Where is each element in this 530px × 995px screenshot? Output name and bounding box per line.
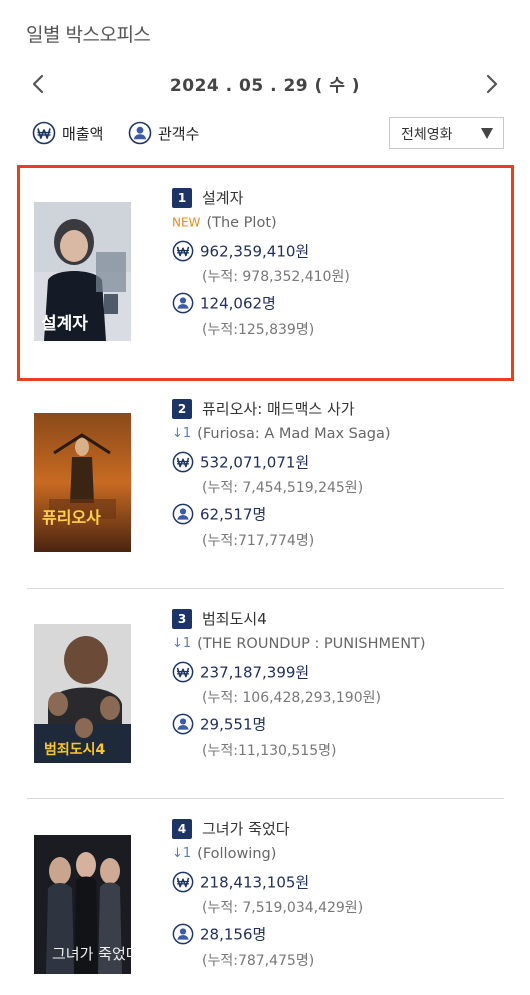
rank-change-badge: NEW: [172, 215, 201, 230]
daily-sales: 237,187,399원: [200, 663, 310, 682]
daily-audience: 124,062명: [200, 294, 276, 313]
cumulative-sales: (누적: 7,454,519,245원): [202, 480, 364, 496]
person-icon: [172, 923, 194, 945]
rank-change-badge: ↓1: [172, 846, 192, 861]
person-icon: [128, 121, 152, 145]
dropdown-arrow-icon: [481, 128, 493, 139]
won-icon: [32, 121, 56, 145]
rank-badge: 1: [172, 187, 192, 208]
daily-audience: 28,156명: [200, 925, 267, 944]
movie-english-title: (THE ROUNDUP : PUNISHMENT): [197, 635, 426, 652]
daily-sales: 962,359,410원: [200, 242, 310, 261]
cumulative-audience: (누적:11,130,515명): [202, 743, 337, 759]
chevron-right-icon: [486, 74, 498, 94]
won-icon: [172, 240, 194, 262]
poster-title-text: 그녀가 죽었다: [52, 945, 131, 963]
movie-title[interactable]: 범죄도시4: [202, 610, 267, 628]
audience-toggle[interactable]: 관객수: [128, 118, 199, 148]
daily-audience: 29,551명: [200, 715, 267, 734]
cumulative-audience: (누적:717,774명): [202, 533, 315, 549]
audience-toggle-label: 관객수: [158, 124, 200, 143]
cumulative-sales: (누적: 7,519,034,429원): [202, 900, 364, 916]
current-date: 2024 . 05 . 29 ( 수 ): [169, 76, 361, 96]
daily-sales: 218,413,105원: [200, 873, 310, 892]
movie-poster[interactable]: 설계자: [34, 202, 131, 341]
poster-title-text: 퓨리오사: [42, 508, 101, 527]
movie-english-title: (The Plot): [206, 214, 277, 231]
rank-change-badge: ↓1: [172, 636, 192, 651]
cumulative-audience: (누적:787,475명): [202, 953, 315, 969]
page-title: 일별 박스오피스: [26, 24, 151, 46]
movie-title[interactable]: 설계자: [202, 189, 243, 207]
movie-title[interactable]: 그녀가 죽었다: [202, 820, 290, 838]
movie-english-title: (Furiosa: A Mad Max Saga): [197, 425, 391, 442]
date-navigator: 2024 . 05 . 29 ( 수 ): [0, 66, 530, 102]
divider: [27, 588, 504, 589]
cumulative-sales: (누적: 978,352,410원): [202, 269, 350, 285]
movie-poster[interactable]: 범죄도시4: [34, 624, 131, 763]
rank-badge: 3: [172, 608, 192, 629]
poster-title-text: 범죄도시4: [44, 742, 106, 758]
won-icon: [172, 871, 194, 893]
daily-sales: 532,071,071원: [200, 453, 310, 472]
won-icon: [172, 451, 194, 473]
person-icon: [172, 713, 194, 735]
movie-poster[interactable]: 퓨리오사: [34, 413, 131, 552]
rank-badge: 4: [172, 818, 192, 839]
rank-change-badge: ↓1: [172, 426, 192, 441]
movie-poster[interactable]: 그녀가 죽었다: [34, 835, 131, 974]
movie-english-title: (Following): [197, 845, 277, 862]
sales-toggle-label: 매출액: [62, 124, 104, 143]
next-day-button[interactable]: [480, 72, 502, 96]
cumulative-sales: (누적: 106,428,293,190원): [202, 690, 381, 706]
movie-filter-value: 전체영화: [401, 127, 453, 143]
won-icon: [172, 661, 194, 683]
rank-badge: 2: [172, 398, 192, 419]
movie-filter-select[interactable]: 전체영화: [389, 117, 504, 149]
movie-title[interactable]: 퓨리오사: 매드맥스 사가: [202, 400, 355, 418]
poster-title-text: 설계자: [41, 314, 88, 334]
person-icon: [172, 503, 194, 525]
person-icon: [172, 292, 194, 314]
divider: [27, 798, 504, 799]
cumulative-audience: (누적:125,839명): [202, 322, 315, 338]
sales-toggle[interactable]: 매출액: [32, 118, 103, 148]
daily-audience: 62,517명: [200, 505, 267, 524]
